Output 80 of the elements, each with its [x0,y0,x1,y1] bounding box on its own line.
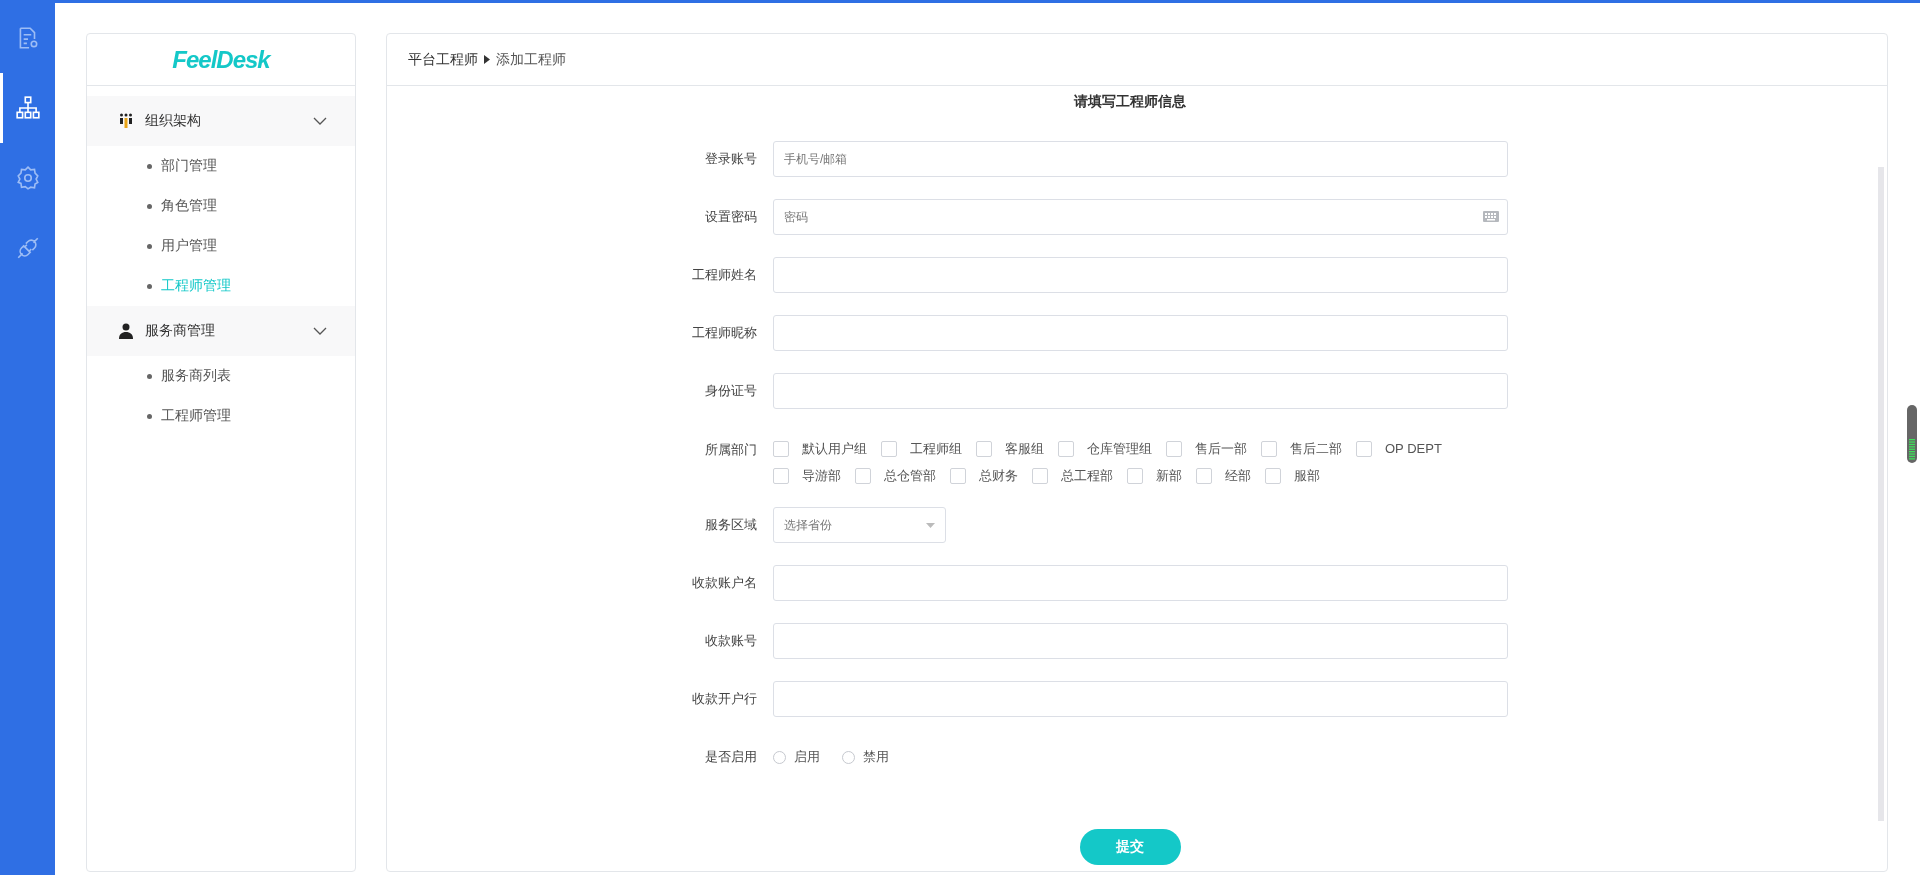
checkbox-label: 总仓管部 [884,466,936,485]
checkbox[interactable] [1261,440,1277,457]
input-field[interactable] [773,623,1508,659]
breadcrumb-item[interactable]: 平台工程师 [408,50,478,69]
checkbox-label: 总工程部 [1061,466,1113,485]
caret-icon [926,522,935,528]
person-icon [119,323,133,339]
radio-button[interactable] [773,750,786,764]
bullet-icon [147,163,152,169]
input-field[interactable] [773,257,1508,293]
radio-label: 启用 [794,748,820,766]
menu-item[interactable]: 服务商列表 [161,367,231,385]
menu-group[interactable]: 服务商管理 [87,306,355,356]
checkbox[interactable] [1127,467,1143,484]
checkbox-label: 客服组 [1005,439,1044,458]
checkbox-label: 仓库管理组 [1087,439,1152,458]
checkbox[interactable] [1265,467,1281,484]
checkbox-label: 工程师组 [910,439,962,458]
bullet-icon [147,243,152,249]
checkbox-label: 总财务 [979,466,1018,485]
checkbox[interactable] [1058,440,1074,457]
field-label: 收款账户名 [691,574,758,592]
field-label: 登录账号 [704,150,758,168]
checkbox[interactable] [976,440,992,457]
bullet-icon [147,373,152,379]
checkbox[interactable] [773,467,789,484]
field-label: 身份证号 [704,382,758,400]
menu-item[interactable]: 部门管理 [161,157,217,175]
menu-item[interactable]: 角色管理 [161,197,217,215]
input-field[interactable] [773,315,1508,351]
bullet-icon [147,413,152,419]
checkbox-label: 经部 [1225,466,1251,485]
checkbox-label: 服部 [1294,466,1320,485]
people-icon [119,113,133,129]
keyboard-icon [1483,211,1499,222]
field-label: 是否启用 [704,748,758,766]
checkbox-label: 售后一部 [1195,439,1247,458]
org-chart-icon [14,95,41,121]
menu-group[interactable]: 组织架构 [87,96,355,146]
field-label: 收款开户行 [691,690,758,708]
scrollbar[interactable] [1878,167,1884,821]
checkbox[interactable] [881,440,897,457]
caret-right-icon [484,55,490,64]
input-field[interactable]: 手机号/邮箱 [773,141,1508,177]
checkbox[interactable] [773,440,789,457]
checkbox[interactable] [855,467,871,484]
checkbox-label: 导游部 [802,466,841,485]
field-label: 工程师昵称 [691,324,758,342]
menu-group-label: 服务商管理 [145,322,216,340]
field-label: 设置密码 [704,208,758,226]
menu-item[interactable]: 用户管理 [161,237,217,255]
checkbox[interactable] [950,467,966,484]
radio-label: 禁用 [863,748,889,766]
meter-widget-icon [1907,405,1917,463]
checkbox[interactable] [1032,467,1048,484]
logo: FeelDesk [172,45,270,74]
checkbox-label: 默认用户组 [802,439,867,458]
input-field[interactable]: 密码 [773,199,1508,235]
field-label: 服务区域 [704,516,758,534]
radio-button[interactable] [842,750,855,764]
menu-item[interactable]: 工程师管理 [161,407,231,425]
input-field[interactable] [773,681,1508,717]
input-field[interactable] [773,565,1508,601]
checkbox-label: OP DEPT [1385,441,1442,456]
checkbox[interactable] [1166,440,1182,457]
province-select[interactable]: 选择省份 [773,507,946,543]
checkbox[interactable] [1356,440,1372,457]
checkbox-label: 售后二部 [1290,439,1342,458]
field-label: 工程师姓名 [691,266,758,284]
field-label: 收款账号 [704,632,758,650]
checkbox[interactable] [1196,467,1212,484]
checkbox-label: 新部 [1156,466,1182,485]
menu-group-label: 组织架构 [145,112,202,130]
breadcrumb-item[interactable]: 添加工程师 [496,50,566,69]
input-field[interactable] [773,373,1508,409]
bullet-icon [147,203,152,209]
form-title: 请填写工程师信息 [1074,93,1186,111]
bullet-icon [147,283,152,289]
settings-icon [14,165,41,191]
field-label: 所属部门 [704,441,758,459]
